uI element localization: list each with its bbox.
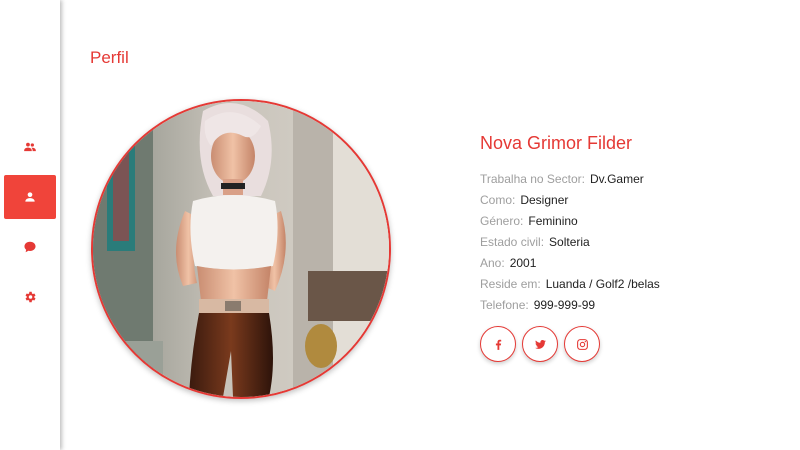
field-role: Como: Designer [480, 191, 660, 212]
field-phone: Telefone: 999-999-99 [480, 296, 660, 317]
twitter-button[interactable] [522, 326, 558, 362]
field-sector: Trabalha no Sector: Dv.Gamer [480, 170, 660, 191]
field-label: Reside em: [480, 277, 541, 291]
field-value: 2001 [509, 256, 537, 270]
sidebar [0, 0, 60, 450]
group-icon [24, 142, 36, 152]
page-title: Perfil [90, 48, 129, 67]
instagram-icon [576, 338, 588, 350]
facebook-button[interactable] [480, 326, 516, 362]
twitter-icon [534, 339, 546, 349]
profile-photo [93, 101, 389, 397]
field-residence: Reside em: Luanda / Golf2 /belas [480, 275, 660, 296]
field-year: Ano: 2001 [480, 254, 660, 275]
field-value: Solteria [549, 235, 590, 249]
field-label: Género: [480, 214, 524, 228]
social-links [480, 326, 600, 362]
field-label: Ano: [480, 256, 505, 270]
field-value: Designer [520, 193, 569, 207]
sidebar-item-settings[interactable] [4, 275, 56, 319]
chat-bubble-icon [24, 241, 36, 253]
avatar [91, 99, 391, 399]
sidebar-item-messages[interactable] [4, 225, 56, 269]
gear-icon [25, 291, 36, 303]
field-value: 999-999-99 [533, 298, 596, 312]
person-icon [25, 192, 35, 202]
field-value: Feminino [528, 214, 578, 228]
field-value: Luanda / Golf2 /belas [545, 277, 660, 291]
instagram-button[interactable] [564, 326, 600, 362]
sidebar-item-users[interactable] [4, 125, 56, 169]
facebook-icon [495, 339, 501, 350]
field-label: Trabalha no Sector: [480, 172, 585, 186]
field-value: Dv.Gamer [589, 172, 644, 186]
profile-details: Trabalha no Sector: Dv.Gamer Como: Designe… [480, 170, 660, 317]
field-label: Telefone: [480, 298, 529, 312]
field-gender: Género: Feminino [480, 212, 660, 233]
profile-name: Nova Grimor Filder [480, 133, 633, 153]
field-label: Como: [480, 193, 516, 207]
sidebar-item-profile[interactable] [4, 175, 56, 219]
field-marital-status: Estado civil: Solteria [480, 233, 660, 254]
field-label: Estado civil: [480, 235, 545, 249]
